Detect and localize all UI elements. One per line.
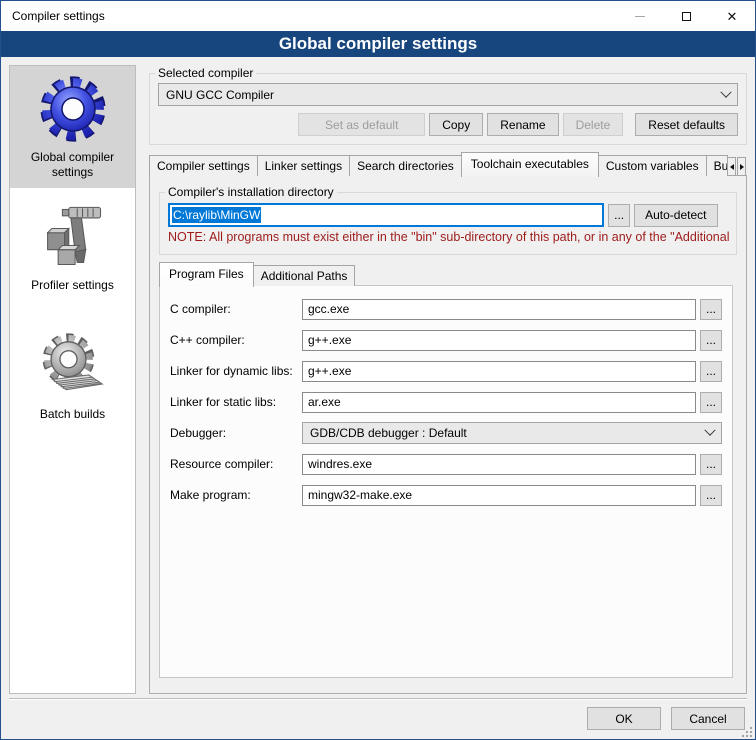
chevron-down-icon xyxy=(704,425,715,436)
static-linker-browse-button[interactable]: ... xyxy=(700,392,722,413)
c-compiler-value: gcc.exe xyxy=(308,302,349,316)
installation-directory-browse-button[interactable]: ... xyxy=(608,204,630,227)
arrow-right-icon xyxy=(740,164,744,170)
chevron-down-icon xyxy=(720,86,731,97)
window-title: Compiler settings xyxy=(1,9,617,23)
close-button[interactable]: ✕ xyxy=(709,1,755,31)
page-title: Global compiler settings xyxy=(1,31,755,57)
dynamic-linker-row: Linker for dynamic libs: g++.exe ... xyxy=(170,360,722,382)
make-program-input[interactable]: mingw32-make.exe xyxy=(302,485,696,506)
selected-compiler-combobox[interactable]: GNU GCC Compiler xyxy=(158,83,738,106)
auto-detect-button[interactable]: Auto-detect xyxy=(634,204,717,227)
tab-scroll-right-button[interactable] xyxy=(737,157,746,176)
tab-additional-paths[interactable]: Additional Paths xyxy=(253,265,356,286)
installation-directory-group: Compiler's installation directory C:\ray… xyxy=(159,185,737,255)
installation-directory-selected-text: C:\raylib\MinGW xyxy=(172,207,261,223)
minimize-icon xyxy=(635,16,645,17)
c-compiler-label: C compiler: xyxy=(170,302,302,316)
dynamic-linker-browse-button[interactable]: ... xyxy=(700,361,722,382)
compiler-buttons-row: Set as default Copy Rename Delete Reset … xyxy=(150,113,746,136)
cpp-compiler-row: C++ compiler: g++.exe ... xyxy=(170,329,722,351)
debugger-label: Debugger: xyxy=(170,426,302,440)
close-icon: ✕ xyxy=(727,10,738,23)
resource-compiler-input[interactable]: windres.exe xyxy=(302,454,696,475)
c-compiler-input[interactable]: gcc.exe xyxy=(302,299,696,320)
grey-gear-stack-icon xyxy=(12,329,133,403)
rename-button[interactable]: Rename xyxy=(487,113,558,136)
static-linker-value: ar.exe xyxy=(308,395,341,409)
settings-tab-strip: Compiler settings Linker settings Search… xyxy=(149,152,747,176)
c-compiler-browse-button[interactable]: ... xyxy=(700,299,722,320)
tab-linker-settings[interactable]: Linker settings xyxy=(257,155,350,176)
dialog-footer: OK Cancel xyxy=(9,698,747,739)
arrow-left-icon xyxy=(730,164,734,170)
dynamic-linker-label: Linker for dynamic libs: xyxy=(170,364,302,378)
installation-directory-legend: Compiler's installation directory xyxy=(165,185,337,199)
debugger-combobox[interactable]: GDB/CDB debugger : Default xyxy=(302,422,722,444)
minimize-button[interactable] xyxy=(617,1,663,31)
sidebar-item-batch-builds[interactable]: Batch builds xyxy=(10,323,135,430)
ok-button[interactable]: OK xyxy=(587,707,661,730)
copy-button[interactable]: Copy xyxy=(429,113,483,136)
sidebar-item-global-compiler-settings[interactable]: Global compiler settings xyxy=(10,66,135,188)
bin-subdirectory-note: NOTE: All programs must exist either in … xyxy=(168,230,730,244)
cpp-compiler-label: C++ compiler: xyxy=(170,333,302,347)
titlebar: Compiler settings ✕ xyxy=(1,1,755,31)
resource-compiler-browse-button[interactable]: ... xyxy=(700,454,722,475)
maximize-button[interactable] xyxy=(663,1,709,31)
tab-toolchain-executables[interactable]: Toolchain executables xyxy=(461,152,599,177)
selected-compiler-group: Selected compiler GNU GCC Compiler Set a… xyxy=(149,66,747,145)
dynamic-linker-value: g++.exe xyxy=(308,364,351,378)
make-program-row: Make program: mingw32-make.exe ... xyxy=(170,484,722,506)
installation-directory-input[interactable]: C:\raylib\MinGW xyxy=(168,203,604,227)
sidebar-item-label: Profiler settings xyxy=(12,278,133,293)
tab-scroll-left-button[interactable] xyxy=(727,157,736,176)
tab-search-directories[interactable]: Search directories xyxy=(349,155,462,176)
selected-compiler-legend: Selected compiler xyxy=(155,66,256,80)
toolchain-executables-panel: Compiler's installation directory C:\ray… xyxy=(149,175,747,694)
static-linker-input[interactable]: ar.exe xyxy=(302,392,696,413)
tab-compiler-settings[interactable]: Compiler settings xyxy=(149,155,258,176)
settings-category-sidebar: Global compiler settings xyxy=(9,65,136,694)
debugger-row: Debugger: GDB/CDB debugger : Default xyxy=(170,422,722,444)
cpp-compiler-browse-button[interactable]: ... xyxy=(700,330,722,351)
compiler-settings-window: Compiler settings ✕ Global compiler sett… xyxy=(0,0,756,740)
resize-grip[interactable] xyxy=(741,726,753,738)
resource-compiler-value: windres.exe xyxy=(308,457,372,471)
reset-defaults-button[interactable]: Reset defaults xyxy=(635,113,738,136)
blue-gear-icon xyxy=(12,72,133,146)
delete-button[interactable]: Delete xyxy=(563,113,624,136)
tab-build-options[interactable]: Build options xyxy=(706,155,728,176)
c-compiler-row: C compiler: gcc.exe ... xyxy=(170,298,722,320)
cancel-button[interactable]: Cancel xyxy=(671,707,745,730)
sidebar-item-label: Batch builds xyxy=(12,407,133,422)
caliper-icon xyxy=(12,200,133,274)
resource-compiler-label: Resource compiler: xyxy=(170,457,302,471)
cpp-compiler-input[interactable]: g++.exe xyxy=(302,330,696,351)
make-program-browse-button[interactable]: ... xyxy=(700,485,722,506)
dynamic-linker-input[interactable]: g++.exe xyxy=(302,361,696,382)
sidebar-item-label: Global compiler settings xyxy=(12,150,133,180)
sidebar-item-profiler-settings[interactable]: Profiler settings xyxy=(10,194,135,301)
static-linker-row: Linker for static libs: ar.exe ... xyxy=(170,391,722,413)
program-files-panel: C compiler: gcc.exe ... C++ compiler: g+… xyxy=(159,285,733,678)
maximize-icon xyxy=(682,12,691,21)
debugger-value: GDB/CDB debugger : Default xyxy=(310,426,706,440)
make-program-label: Make program: xyxy=(170,488,302,502)
set-as-default-button[interactable]: Set as default xyxy=(298,113,425,136)
static-linker-label: Linker for static libs: xyxy=(170,395,302,409)
tab-program-files[interactable]: Program Files xyxy=(159,262,254,287)
resource-compiler-row: Resource compiler: windres.exe ... xyxy=(170,453,722,475)
tab-custom-variables[interactable]: Custom variables xyxy=(598,155,707,176)
cpp-compiler-value: g++.exe xyxy=(308,333,351,347)
make-program-value: mingw32-make.exe xyxy=(308,488,412,502)
program-files-tab-strip: Program Files Additional Paths xyxy=(159,262,737,286)
selected-compiler-value: GNU GCC Compiler xyxy=(166,88,722,102)
